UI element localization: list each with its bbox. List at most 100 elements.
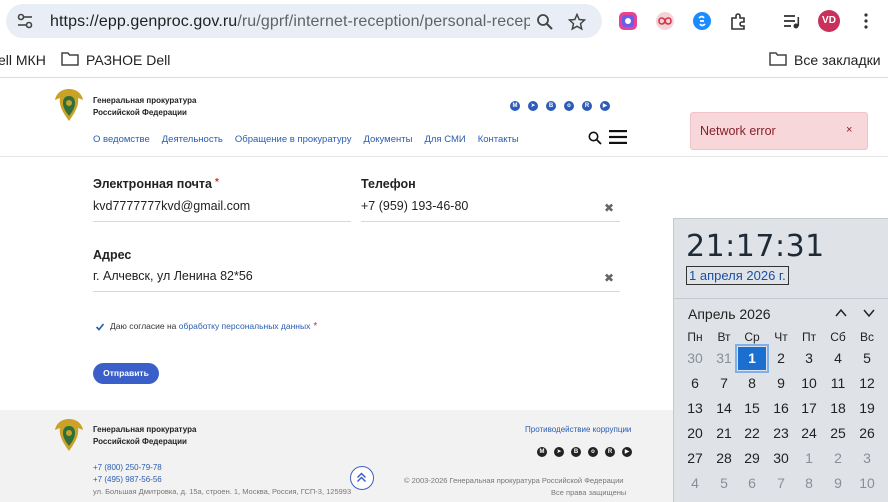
youtube-icon[interactable]: ▶ [600,101,610,111]
calendar-day[interactable]: 2 [824,447,852,470]
phone-clear-icon[interactable]: ✖ [604,201,614,215]
email-field[interactable]: kvd7777777kvd@gmail.com [93,199,250,213]
submit-button[interactable]: Отправить [93,363,159,384]
email-label-text: Электронная почта [93,177,212,191]
nav-activity[interactable]: Деятельность [162,134,223,145]
chevron-down-icon[interactable] [862,307,876,319]
footer-phone-2[interactable]: +7 (495) 987-56-56 [93,475,162,484]
vk-icon[interactable]: B [571,447,581,457]
extension-colorful-icon[interactable] [618,11,638,31]
calendar-day[interactable]: 30 [767,447,795,470]
calendar-day[interactable]: 9 [767,372,795,395]
max-icon[interactable]: M [537,447,547,457]
bookmark-item[interactable]: ell МКН [0,52,46,68]
calendar-day[interactable]: 7 [767,472,795,495]
calendar-day[interactable]: 8 [795,472,823,495]
calendar-day[interactable]: 31 [710,347,738,370]
calendar-day[interactable]: 29 [738,447,766,470]
bookmark-folder-dell[interactable]: РАЗНОЕ Dell [86,52,170,68]
calendar-day[interactable]: 4 [824,347,852,370]
nav-appeal[interactable]: Обращение в прокуратуру [235,134,352,145]
url-text[interactable]: https://epp.genproc.gov.ru/ru/gprf/inter… [50,13,530,31]
emblem-logo[interactable] [52,416,86,454]
address-clear-icon[interactable]: ✖ [604,271,614,285]
address-bar[interactable]: https://epp.genproc.gov.ru/ru/gprf/inter… [6,4,602,38]
hamburger-menu-icon[interactable] [609,130,627,144]
personal-data-link[interactable]: обработку персональных данных [179,321,311,331]
bookmark-star-icon[interactable] [568,13,586,31]
calendar-day[interactable]: 11 [824,372,852,395]
nav-contacts[interactable]: Контакты [478,134,519,145]
calendar-day[interactable]: 6 [738,472,766,495]
nav-about[interactable]: О ведомстве [93,134,150,145]
calendar-day[interactable]: 26 [853,422,881,445]
calendar-day[interactable]: 24 [795,422,823,445]
calendar-day[interactable]: 3 [853,447,881,470]
calendar-day[interactable]: 2 [767,347,795,370]
extension-infinity-icon[interactable] [655,11,675,31]
calendar-day[interactable]: 10 [853,472,881,495]
calendar-day[interactable]: 30 [681,347,709,370]
calendar-day[interactable]: 20 [681,422,709,445]
scroll-to-top-button[interactable] [350,466,374,490]
calendar-day[interactable]: 21 [710,422,738,445]
org-name-line1: Генеральная прокуратура [93,96,197,105]
search-icon[interactable] [588,131,602,145]
calendar-day[interactable]: 1 [795,447,823,470]
calendar-day[interactable]: 14 [710,397,738,420]
calendar-day[interactable]: 8 [738,372,766,395]
calendar-day[interactable]: 4 [681,472,709,495]
nav-documents[interactable]: Документы [363,134,412,145]
telegram-icon[interactable]: ➤ [528,101,538,111]
calendar-day[interactable]: 3 [795,347,823,370]
calendar-day[interactable]: 22 [738,422,766,445]
emblem-logo[interactable] [52,86,86,124]
all-bookmarks-button[interactable]: Все закладки [794,52,881,68]
calendar-day[interactable]: 15 [738,397,766,420]
anti-corruption-link[interactable]: Противодействие коррупции [525,425,631,434]
phone-field[interactable]: +7 (959) 193-46-80 [361,199,468,213]
calendar-day[interactable]: 16 [767,397,795,420]
calendar-month-title[interactable]: Апрель 2026 [688,306,771,322]
max-icon[interactable]: M [510,101,520,111]
calendar-day[interactable]: 27 [681,447,709,470]
calendar-day[interactable]: 23 [767,422,795,445]
consent-checkbox[interactable] [95,322,105,332]
extensions-puzzle-icon[interactable] [729,11,749,31]
calendar-day[interactable]: 9 [824,472,852,495]
date-link[interactable]: 1 апреля 2026 г. [686,266,789,285]
calendar-day[interactable]: 12 [853,372,881,395]
calendar-day[interactable]: 5 [710,472,738,495]
profile-avatar[interactable]: VD [818,10,840,32]
ok-icon[interactable]: o [588,447,598,457]
org-name[interactable]: Генеральная прокуратура Российской Федер… [93,95,196,119]
vk-icon[interactable]: B [546,101,556,111]
calendar-day[interactable]: 10 [795,372,823,395]
address-field[interactable]: г. Алчевск, ул Ленина 82*56 [93,269,253,283]
toast-message: Network error [700,124,776,138]
site-settings-icon[interactable] [16,12,34,30]
telegram-icon[interactable]: ➤ [554,447,564,457]
calendar-day[interactable]: 5 [853,347,881,370]
ok-icon[interactable]: o [564,101,574,111]
calendar-day[interactable]: 13 [681,397,709,420]
calendar-day[interactable]: 7 [710,372,738,395]
calendar-day[interactable]: 28 [710,447,738,470]
browser-menu-icon[interactable] [864,12,868,30]
calendar-day[interactable]: 25 [824,422,852,445]
calendar-day[interactable]: 6 [681,372,709,395]
media-playlist-icon[interactable] [782,11,802,31]
zoom-search-icon[interactable] [536,13,554,31]
nav-media[interactable]: Для СМИ [424,134,465,145]
calendar-day[interactable]: 17 [795,397,823,420]
rutube-icon[interactable]: R [605,447,615,457]
calendar-day[interactable]: 19 [853,397,881,420]
extension-shazam-icon[interactable] [692,11,712,31]
youtube-icon[interactable]: ▶ [622,447,632,457]
chevron-up-icon[interactable] [834,307,848,319]
rutube-icon[interactable]: R [582,101,592,111]
toast-close-button[interactable]: × [846,124,852,136]
calendar-day-today[interactable]: 1 [735,344,769,373]
footer-phone-1[interactable]: +7 (800) 250-79-78 [93,463,162,472]
calendar-day[interactable]: 18 [824,397,852,420]
